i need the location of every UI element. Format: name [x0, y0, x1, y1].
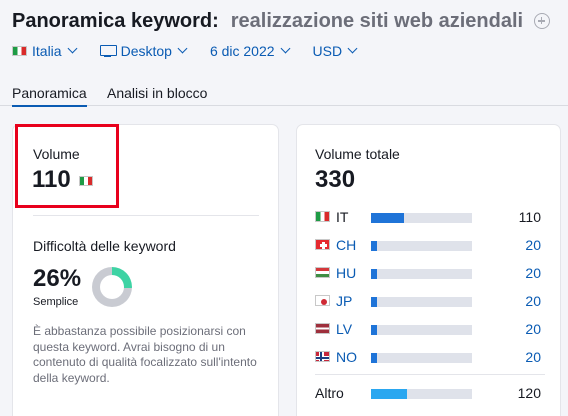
header: Panoramica keyword: realizzazione siti w… [0, 0, 568, 110]
country-row-it: IT 110 [315, 208, 545, 226]
volume-bar-fill [371, 353, 378, 363]
filter-bar: Italia Desktop 6 dic 2022 USD [12, 43, 380, 59]
volume-bar-fill [371, 241, 378, 251]
date-label: 6 dic 2022 [209, 43, 275, 59]
plus-circle-icon[interactable] [534, 13, 550, 29]
volume-bar-fill [371, 269, 378, 279]
donut-hole [100, 275, 124, 299]
country-code-link[interactable]: NO [336, 349, 357, 365]
country-row-hu[interactable]: HU 20 [315, 264, 545, 282]
difficulty-description: È abbastanza possibile posizionarsi con … [33, 324, 257, 385]
difficulty-label: Difficoltà delle keyword [33, 238, 176, 254]
page-title: Panoramica keyword: [12, 10, 219, 32]
difficulty-value: 26% [33, 265, 82, 292]
chevron-down-icon [280, 43, 290, 53]
country-code-link[interactable]: LV [336, 321, 352, 337]
desktop-icon [99, 45, 117, 58]
flag-jp-icon [315, 295, 330, 306]
country-volume-link[interactable]: 20 [525, 237, 541, 253]
chevron-down-icon [67, 43, 78, 53]
country-code-link[interactable]: CH [336, 237, 356, 253]
currency-dropdown[interactable]: USD [312, 43, 358, 59]
country-row-other: Altro 120 [315, 384, 545, 402]
tab-bar: Panoramica Analisi in blocco [0, 82, 568, 107]
keyword-title: realizzazione siti web aziendali [230, 10, 524, 32]
difficulty-donut-chart [92, 267, 132, 307]
volume-bar-fill [371, 213, 405, 223]
chevron-down-icon [177, 43, 188, 53]
volume-bar-fill [371, 325, 378, 335]
volume-bar [371, 353, 472, 363]
flag-no-icon [315, 351, 330, 362]
divider [315, 374, 545, 375]
country-volume-link[interactable]: 20 [525, 349, 541, 365]
volume-bar [371, 241, 472, 251]
currency-label: USD [312, 43, 343, 59]
highlight-box [15, 124, 119, 208]
volume-bar [371, 297, 472, 307]
flag-it-icon [315, 211, 330, 222]
device-dropdown[interactable]: Desktop [99, 43, 188, 59]
divider [33, 215, 259, 216]
flag-it-icon [12, 46, 27, 56]
chevron-down-icon [347, 43, 358, 53]
country-row-lv[interactable]: LV 20 [315, 320, 545, 338]
tab-panoramica[interactable]: Panoramica [12, 85, 87, 107]
total-volume-label: Volume totale [315, 146, 400, 162]
country-row-jp[interactable]: JP 20 [315, 292, 545, 310]
country-label: Italia [32, 43, 62, 59]
volume-bar [371, 269, 472, 279]
volume-bar-fill [371, 389, 408, 399]
volume-bar [371, 325, 472, 335]
country-volume-link[interactable]: 20 [525, 321, 541, 337]
other-volume: 120 [517, 385, 541, 401]
country-code: IT [336, 209, 349, 225]
country-dropdown[interactable]: Italia [12, 43, 78, 59]
device-label: Desktop [120, 43, 172, 59]
country-code-link[interactable]: JP [336, 293, 352, 309]
country-row-no[interactable]: NO 20 [315, 348, 545, 366]
tab-analisi-in-blocco[interactable]: Analisi in blocco [107, 85, 207, 101]
flag-hu-icon [315, 267, 330, 278]
page-title-row: Panoramica keyword: realizzazione siti w… [12, 10, 523, 33]
volume-bar-fill [371, 297, 378, 307]
country-volume: 110 [518, 209, 541, 225]
date-dropdown[interactable]: 6 dic 2022 [209, 43, 290, 59]
other-label: Altro [315, 385, 344, 401]
total-volume-value: 330 [315, 166, 356, 193]
volume-bar [371, 389, 472, 399]
difficulty-level: Semplice [33, 296, 79, 308]
flag-ch-icon [315, 239, 330, 250]
country-code-link[interactable]: HU [336, 265, 356, 281]
country-volume-link[interactable]: 20 [525, 293, 541, 309]
volume-bar [371, 213, 472, 223]
country-volume-link[interactable]: 20 [525, 265, 541, 281]
country-row-ch[interactable]: CH 20 [315, 236, 545, 254]
flag-lv-icon [315, 323, 330, 334]
